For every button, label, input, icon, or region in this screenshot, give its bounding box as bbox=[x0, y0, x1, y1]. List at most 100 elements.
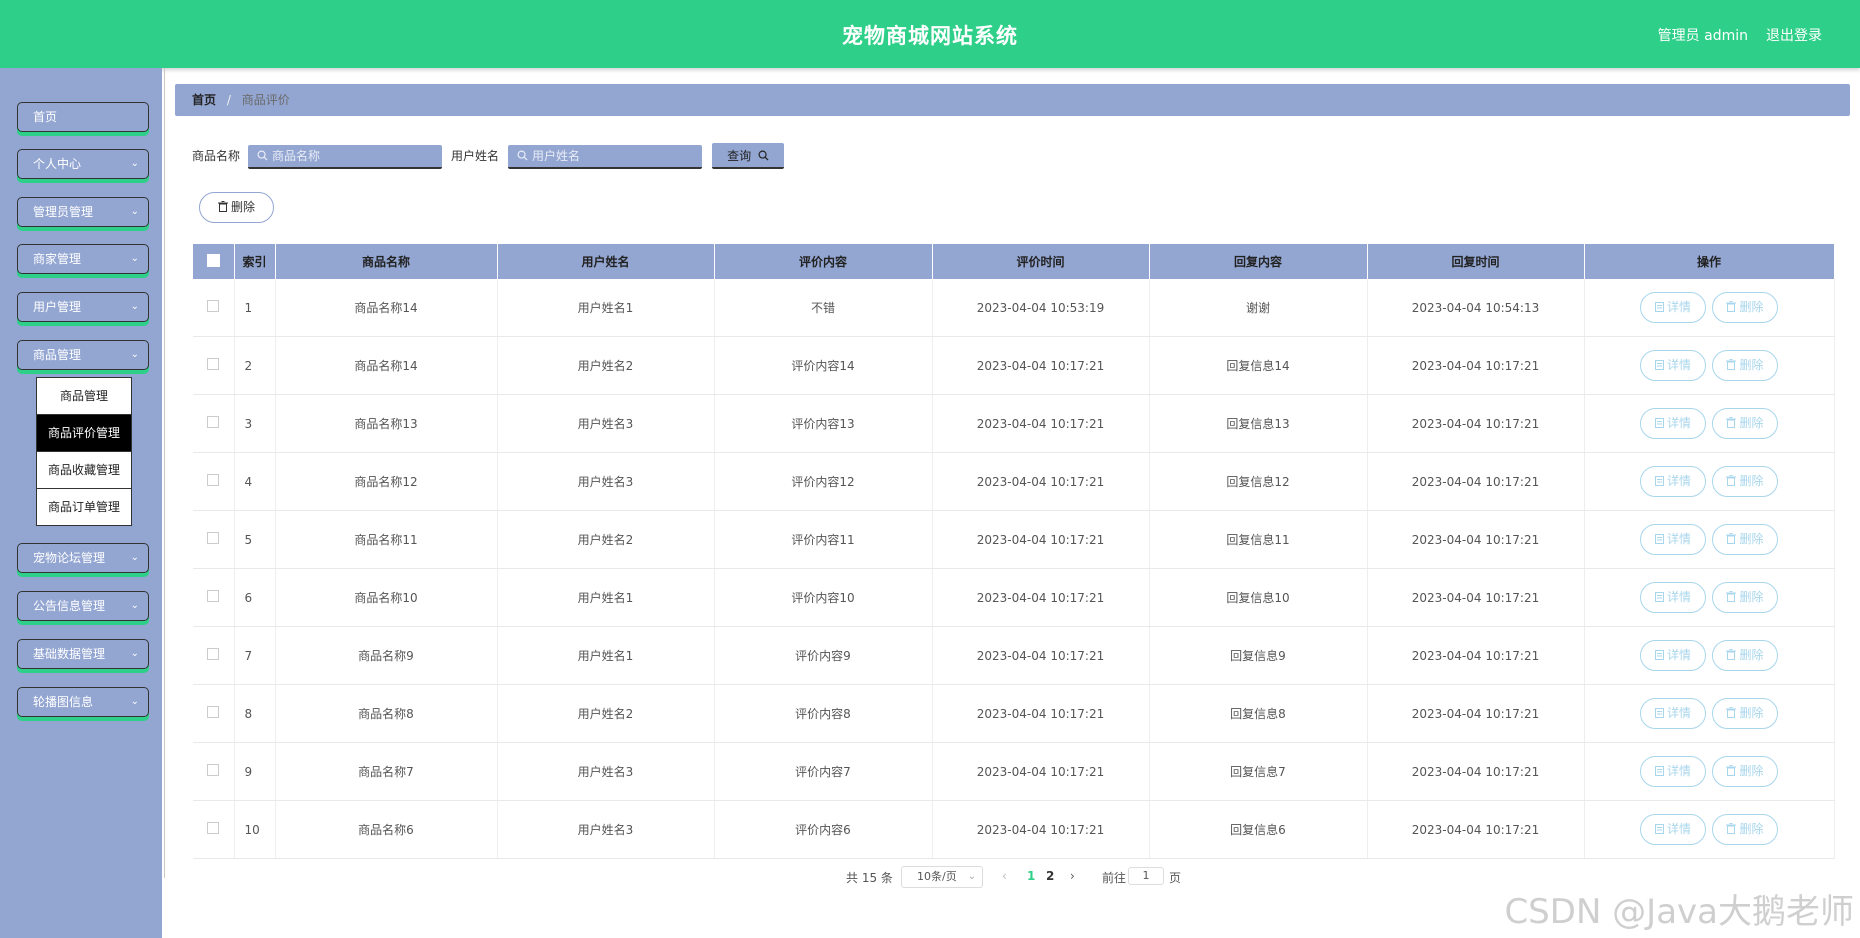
prev-page-button[interactable]: ‹ bbox=[1002, 869, 1007, 883]
row-checkbox[interactable] bbox=[207, 474, 220, 486]
query-button[interactable]: 查询 bbox=[712, 143, 784, 169]
cell-reply-time: 2023-04-04 10:17:21 bbox=[1367, 510, 1585, 569]
cell-user: 用户姓名3 bbox=[497, 742, 715, 801]
detail-button[interactable]: 详情 bbox=[1640, 640, 1706, 671]
product-name-label: 商品名称 bbox=[192, 149, 241, 163]
batch-delete-label: 删除 bbox=[230, 200, 255, 214]
column-header-index: 索引 bbox=[234, 244, 276, 279]
sidebar-item-profile[interactable]: 个人中心 ⌄ bbox=[17, 149, 149, 179]
delete-button[interactable]: 删除 bbox=[1712, 640, 1778, 671]
product-name-input[interactable] bbox=[272, 147, 432, 165]
row-checkbox[interactable] bbox=[207, 706, 220, 718]
cell-actions: 详情 删除 bbox=[1584, 742, 1835, 801]
cell-index: 4 bbox=[234, 452, 276, 511]
delete-button[interactable]: 删除 bbox=[1712, 408, 1778, 439]
trash-icon bbox=[1726, 301, 1737, 312]
detail-button[interactable]: 详情 bbox=[1640, 408, 1706, 439]
breadcrumb-home[interactable]: 首页 bbox=[192, 93, 216, 107]
batch-delete-button[interactable]: 删除 bbox=[199, 192, 274, 223]
row-checkbox[interactable] bbox=[207, 822, 220, 834]
page-1-button[interactable]: 1 bbox=[1027, 869, 1035, 883]
page-2-button[interactable]: 2 bbox=[1046, 869, 1054, 883]
cell-product: 商品名称14 bbox=[275, 336, 498, 395]
row-checkbox[interactable] bbox=[207, 532, 220, 544]
delete-button[interactable]: 删除 bbox=[1712, 524, 1778, 555]
document-icon bbox=[1654, 418, 1664, 428]
submenu-item-orders[interactable]: 商品订单管理 bbox=[37, 489, 131, 525]
sidebar-item-basic-data[interactable]: 基础数据管理 ⌄ bbox=[17, 639, 149, 669]
detail-label: 详情 bbox=[1666, 474, 1691, 488]
cell-actions: 详情 删除 bbox=[1584, 336, 1835, 395]
logout-link[interactable]: 退出登录 bbox=[1766, 25, 1822, 45]
column-header-reply: 回复内容 bbox=[1149, 244, 1368, 279]
detail-button[interactable]: 详情 bbox=[1640, 582, 1706, 613]
delete-button[interactable]: 删除 bbox=[1712, 350, 1778, 381]
cell-reply-time: 2023-04-04 10:17:21 bbox=[1367, 684, 1585, 743]
row-checkbox[interactable] bbox=[207, 416, 220, 428]
submenu-item-reviews[interactable]: 商品评价管理 bbox=[37, 415, 131, 452]
detail-label: 详情 bbox=[1666, 648, 1691, 662]
detail-button[interactable]: 详情 bbox=[1640, 292, 1706, 323]
column-header-reply-time: 回复时间 bbox=[1367, 244, 1585, 279]
sidebar-item-products[interactable]: 商品管理 ⌄ bbox=[17, 340, 149, 370]
detail-button[interactable]: 详情 bbox=[1640, 350, 1706, 381]
column-header-content: 评价内容 bbox=[714, 244, 933, 279]
delete-button[interactable]: 删除 bbox=[1712, 466, 1778, 497]
cell-index: 8 bbox=[234, 684, 276, 743]
row-checkbox[interactable] bbox=[207, 764, 220, 776]
submenu-item-products[interactable]: 商品管理 bbox=[37, 378, 131, 415]
document-icon bbox=[1654, 592, 1664, 602]
sidebar-item-label: 商家管理 bbox=[33, 252, 82, 266]
sidebar-item-admins[interactable]: 管理员管理 ⌄ bbox=[17, 197, 149, 227]
detail-button[interactable]: 详情 bbox=[1640, 524, 1706, 555]
breadcrumb-separator: / bbox=[226, 93, 231, 107]
row-select-cell bbox=[193, 279, 235, 337]
sidebar-item-users[interactable]: 用户管理 ⌄ bbox=[17, 292, 149, 322]
current-user: 管理员 admin bbox=[1657, 28, 1748, 44]
sidebar-item-carousel[interactable]: 轮播图信息 ⌄ bbox=[17, 687, 149, 717]
delete-label: 删除 bbox=[1739, 648, 1764, 662]
delete-button[interactable]: 删除 bbox=[1712, 292, 1778, 323]
delete-button[interactable]: 删除 bbox=[1712, 814, 1778, 845]
row-checkbox[interactable] bbox=[207, 590, 220, 602]
delete-label: 删除 bbox=[1739, 590, 1764, 604]
sidebar-item-home[interactable]: 首页 bbox=[17, 102, 149, 132]
row-checkbox[interactable] bbox=[207, 648, 220, 660]
row-checkbox[interactable] bbox=[207, 300, 220, 312]
sidebar-item-forum[interactable]: 宠物论坛管理 ⌄ bbox=[17, 543, 149, 573]
cell-actions: 详情 删除 bbox=[1584, 279, 1835, 337]
sidebar-item-notices[interactable]: 公告信息管理 ⌄ bbox=[17, 591, 149, 621]
submenu-item-favorites[interactable]: 商品收藏管理 bbox=[37, 452, 131, 489]
row-select-cell bbox=[193, 684, 235, 743]
cell-reply: 回复信息9 bbox=[1149, 626, 1368, 685]
sidebar-item-label: 个人中心 bbox=[33, 157, 82, 171]
user-name-input[interactable] bbox=[532, 147, 692, 165]
page-size-select[interactable]: 10条/页 ⌄ bbox=[901, 866, 983, 888]
row-select-cell bbox=[193, 394, 235, 453]
detail-button[interactable]: 详情 bbox=[1640, 814, 1706, 845]
detail-button[interactable]: 详情 bbox=[1640, 756, 1706, 787]
detail-button[interactable]: 详情 bbox=[1640, 466, 1706, 497]
document-icon bbox=[1654, 708, 1664, 718]
trash-icon bbox=[1726, 765, 1737, 776]
delete-label: 删除 bbox=[1739, 416, 1764, 430]
select-all-checkbox[interactable] bbox=[206, 253, 220, 267]
cell-reply-time: 2023-04-04 10:17:21 bbox=[1367, 742, 1585, 801]
row-checkbox[interactable] bbox=[207, 358, 220, 370]
delete-button[interactable]: 删除 bbox=[1712, 756, 1778, 787]
delete-button[interactable]: 删除 bbox=[1712, 698, 1778, 729]
detail-button[interactable]: 详情 bbox=[1640, 698, 1706, 729]
delete-button[interactable]: 删除 bbox=[1712, 582, 1778, 613]
cell-content: 评价内容9 bbox=[714, 626, 933, 685]
cell-content: 评价内容7 bbox=[714, 742, 933, 801]
page-size-value: 10条/页 bbox=[917, 870, 957, 883]
cell-actions: 详情 删除 bbox=[1584, 626, 1835, 685]
goto-page-input[interactable]: 1 bbox=[1128, 867, 1164, 885]
next-page-button[interactable]: › bbox=[1070, 869, 1075, 883]
table-row: 2 商品名称14 用户姓名2 评价内容14 2023-04-04 10:17:21 回复信… bbox=[193, 336, 1835, 395]
detail-label: 详情 bbox=[1666, 300, 1691, 314]
content-divider bbox=[164, 68, 165, 878]
sidebar-item-merchants[interactable]: 商家管理 ⌄ bbox=[17, 244, 149, 274]
trash-icon bbox=[1726, 475, 1737, 486]
cell-reply: 回复信息11 bbox=[1149, 510, 1368, 569]
